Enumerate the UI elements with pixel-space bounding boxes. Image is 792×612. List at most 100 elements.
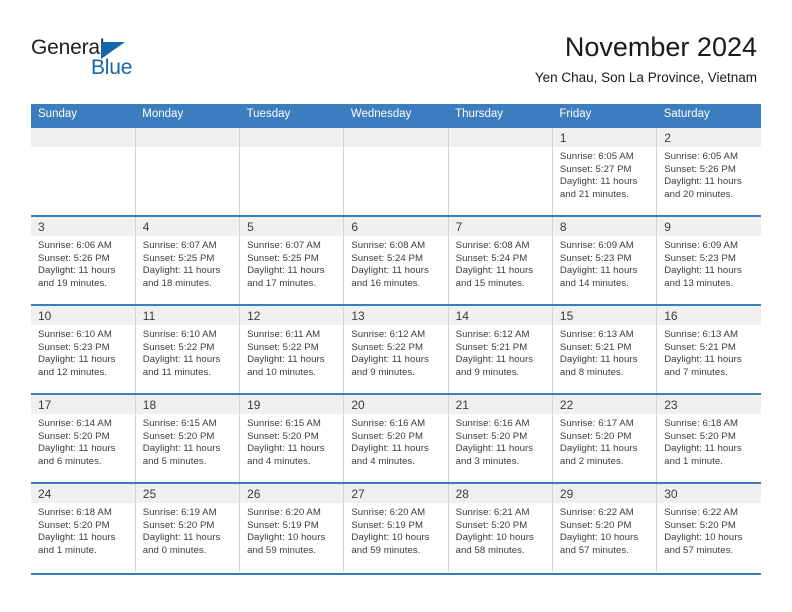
calendar-day-cell[interactable]: 30 Sunrise: 6:22 AM Sunset: 5:20 PM Dayligh… — [656, 482, 761, 572]
day-number — [344, 128, 448, 147]
sunset-text: Sunset: 5:25 PM — [142, 252, 215, 264]
daylight-text-line1: Daylight: 11 hours — [455, 443, 534, 455]
sunrise-text: Sunrise: 6:09 AM — [664, 240, 739, 251]
daylight-text-line1: Daylight: 11 hours — [351, 443, 429, 455]
calendar-day-cell[interactable]: 19 Sunrise: 6:15 AM Sunset: 5:20 PM Dayligh… — [239, 393, 344, 483]
daylight-text-line1: Daylight: 11 hours — [247, 354, 325, 366]
calendar-day-cell[interactable]: 5 Sunrise: 6:07 AM Sunset: 5:25 PM Daylight… — [239, 215, 344, 305]
daylight-text-line2: and 14 minutes. — [559, 277, 629, 289]
sun-info: Sunrise: 6:07 AM Sunset: 5:25 PM Daylight:… — [240, 236, 343, 290]
day-number: 2 — [657, 128, 761, 147]
calendar-day-cell[interactable]: 11 Sunrise: 6:10 AM Sunset: 5:22 PM Dayligh… — [134, 304, 240, 394]
day-number: 19 — [240, 395, 344, 414]
calendar-day-cell[interactable]: 23 Sunrise: 6:18 AM Sunset: 5:20 PM Dayligh… — [656, 393, 761, 483]
calendar-day-cell[interactable]: 6 Sunrise: 6:08 AM Sunset: 5:24 PM Daylight… — [343, 215, 449, 305]
day-number — [240, 128, 344, 147]
calendar-day-cell[interactable]: 4 Sunrise: 6:07 AM Sunset: 5:25 PM Daylight… — [134, 215, 240, 305]
calendar-day-cell[interactable]: 15 Sunrise: 6:13 AM Sunset: 5:21 PM Dayligh… — [551, 304, 657, 394]
calendar-day-cell[interactable]: 3 Sunrise: 6:06 AM Sunset: 5:26 PM Daylight… — [31, 215, 136, 305]
day-number — [135, 128, 240, 147]
general-blue-logo[interactable]: General Blue — [31, 36, 161, 82]
daylight-text-line1: Daylight: 11 hours — [247, 265, 325, 277]
calendar-day-cell[interactable]: 25 Sunrise: 6:19 AM Sunset: 5:20 PM Dayligh… — [134, 482, 240, 572]
calendar-week-row: 3 Sunrise: 6:06 AM Sunset: 5:26 PM Daylight… — [31, 215, 761, 305]
daylight-text-line2: and 4 minutes. — [351, 455, 415, 467]
sunset-text: Sunset: 5:25 PM — [247, 252, 319, 264]
calendar-day-cell[interactable]: 8 Sunrise: 6:09 AM Sunset: 5:23 PM Daylight… — [551, 215, 657, 305]
sun-info: Sunrise: 6:12 AM Sunset: 5:22 PM Daylight:… — [344, 325, 447, 379]
logo-text-blue: Blue — [91, 56, 133, 79]
sunrise-text: Sunrise: 6:16 AM — [351, 418, 426, 429]
sun-info: Sunrise: 6:11 AM Sunset: 5:22 PM Daylight:… — [240, 325, 343, 379]
sunrise-text: Sunrise: 6:10 AM — [142, 329, 217, 340]
sun-info: Sunrise: 6:15 AM Sunset: 5:20 PM Daylight:… — [136, 414, 239, 468]
daylight-text-line2: and 18 minutes. — [142, 277, 212, 289]
daylight-text-line2: and 57 minutes. — [559, 544, 629, 556]
calendar-day-cell[interactable]: 26 Sunrise: 6:20 AM Sunset: 5:19 PM Dayligh… — [239, 482, 344, 572]
calendar-day-cell[interactable]: 22 Sunrise: 6:17 AM Sunset: 5:20 PM Dayligh… — [551, 393, 657, 483]
calendar-day-cell[interactable]: 12 Sunrise: 6:11 AM Sunset: 5:22 PM Dayligh… — [239, 304, 344, 394]
daylight-text-line1: Daylight: 11 hours — [559, 443, 638, 455]
daylight-text-line2: and 7 minutes. — [664, 366, 728, 378]
day-number: 25 — [135, 484, 240, 503]
daylight-text-line1: Daylight: 11 hours — [247, 443, 325, 455]
day-number: 5 — [240, 217, 344, 236]
sunset-text: Sunset: 5:24 PM — [351, 252, 424, 264]
sun-info: Sunrise: 6:08 AM Sunset: 5:24 PM Daylight:… — [344, 236, 447, 290]
calendar-day-cell[interactable]: 13 Sunrise: 6:12 AM Sunset: 5:22 PM Dayligh… — [343, 304, 449, 394]
calendar-day-cell[interactable]: 9 Sunrise: 6:09 AM Sunset: 5:23 PM Daylight… — [656, 215, 761, 305]
calendar-day-cell[interactable]: 2 Sunrise: 6:05 AM Sunset: 5:26 PM Daylight… — [656, 126, 761, 216]
daylight-text-line2: and 6 minutes. — [38, 455, 102, 467]
sunset-text: Sunset: 5:20 PM — [247, 430, 319, 442]
sun-info: Sunrise: 6:14 AM Sunset: 5:20 PM Daylight:… — [31, 414, 135, 468]
daylight-text-line1: Daylight: 11 hours — [38, 532, 116, 544]
calendar-day-cell[interactable]: 18 Sunrise: 6:15 AM Sunset: 5:20 PM Dayligh… — [134, 393, 240, 483]
sunrise-text: Sunrise: 6:08 AM — [351, 240, 426, 251]
sunrise-text: Sunrise: 6:09 AM — [559, 240, 634, 251]
daylight-text-line2: and 58 minutes. — [455, 544, 525, 556]
calendar-day-cell[interactable]: 21 Sunrise: 6:16 AM Sunset: 5:20 PM Dayligh… — [447, 393, 553, 483]
daylight-text-line1: Daylight: 11 hours — [142, 443, 221, 455]
daylight-text-line2: and 5 minutes. — [142, 455, 207, 467]
calendar-day-cell[interactable]: 10 Sunrise: 6:10 AM Sunset: 5:23 PM Dayligh… — [31, 304, 136, 394]
sun-info: Sunrise: 6:19 AM Sunset: 5:20 PM Daylight:… — [136, 503, 239, 557]
day-number: 11 — [135, 306, 240, 325]
calendar-day-cell[interactable]: 28 Sunrise: 6:21 AM Sunset: 5:20 PM Dayligh… — [447, 482, 553, 572]
calendar-day-cell[interactable]: 24 Sunrise: 6:18 AM Sunset: 5:20 PM Dayligh… — [31, 482, 136, 572]
daylight-text-line2: and 57 minutes. — [664, 544, 734, 556]
daylight-text-line2: and 0 minutes. — [142, 544, 207, 556]
sunrise-text: Sunrise: 6:18 AM — [38, 507, 112, 518]
day-number: 18 — [135, 395, 240, 414]
sunset-text: Sunset: 5:26 PM — [38, 252, 110, 264]
day-number: 14 — [448, 306, 552, 325]
calendar-day-cell[interactable]: 16 Sunrise: 6:13 AM Sunset: 5:21 PM Dayligh… — [656, 304, 761, 394]
calendar-day-cell[interactable]: 7 Sunrise: 6:08 AM Sunset: 5:24 PM Daylight… — [447, 215, 553, 305]
calendar-day-cell[interactable]: 14 Sunrise: 6:12 AM Sunset: 5:21 PM Dayligh… — [447, 304, 553, 394]
dow-friday: Friday — [552, 104, 657, 127]
sunset-text: Sunset: 5:19 PM — [351, 519, 424, 531]
daylight-text-line2: and 4 minutes. — [247, 455, 311, 467]
sunrise-text: Sunrise: 6:20 AM — [247, 507, 321, 518]
calendar-day-cell[interactable]: 27 Sunrise: 6:20 AM Sunset: 5:19 PM Dayligh… — [343, 482, 449, 572]
sunrise-text: Sunrise: 6:10 AM — [38, 329, 112, 340]
sunrise-text: Sunrise: 6:07 AM — [247, 240, 321, 251]
calendar-day-cell[interactable]: 29 Sunrise: 6:22 AM Sunset: 5:20 PM Dayligh… — [551, 482, 657, 572]
daylight-text-line1: Daylight: 11 hours — [351, 354, 429, 366]
day-number: 16 — [657, 306, 761, 325]
daylight-text-line1: Daylight: 10 hours — [351, 532, 430, 544]
sunset-text: Sunset: 5:21 PM — [664, 341, 736, 353]
sunset-text: Sunset: 5:22 PM — [142, 341, 215, 353]
sun-info: Sunrise: 6:20 AM Sunset: 5:19 PM Daylight:… — [240, 503, 343, 557]
sun-info: Sunrise: 6:21 AM Sunset: 5:20 PM Daylight:… — [449, 503, 552, 557]
day-number: 4 — [135, 217, 240, 236]
calendar-day-cell[interactable]: 20 Sunrise: 6:16 AM Sunset: 5:20 PM Dayligh… — [343, 393, 449, 483]
day-number: 22 — [552, 395, 657, 414]
calendar-day-cell[interactable]: 1 Sunrise: 6:05 AM Sunset: 5:27 PM Daylight… — [551, 126, 657, 216]
daylight-text-line1: Daylight: 10 hours — [247, 532, 326, 544]
day-number: 26 — [240, 484, 344, 503]
daylight-text-line1: Daylight: 11 hours — [142, 532, 221, 544]
daylight-text-line1: Daylight: 11 hours — [455, 265, 534, 277]
daylight-text-line2: and 15 minutes. — [455, 277, 525, 289]
sunset-text: Sunset: 5:22 PM — [247, 341, 319, 353]
calendar-day-cell[interactable]: 17 Sunrise: 6:14 AM Sunset: 5:20 PM Dayligh… — [31, 393, 136, 483]
